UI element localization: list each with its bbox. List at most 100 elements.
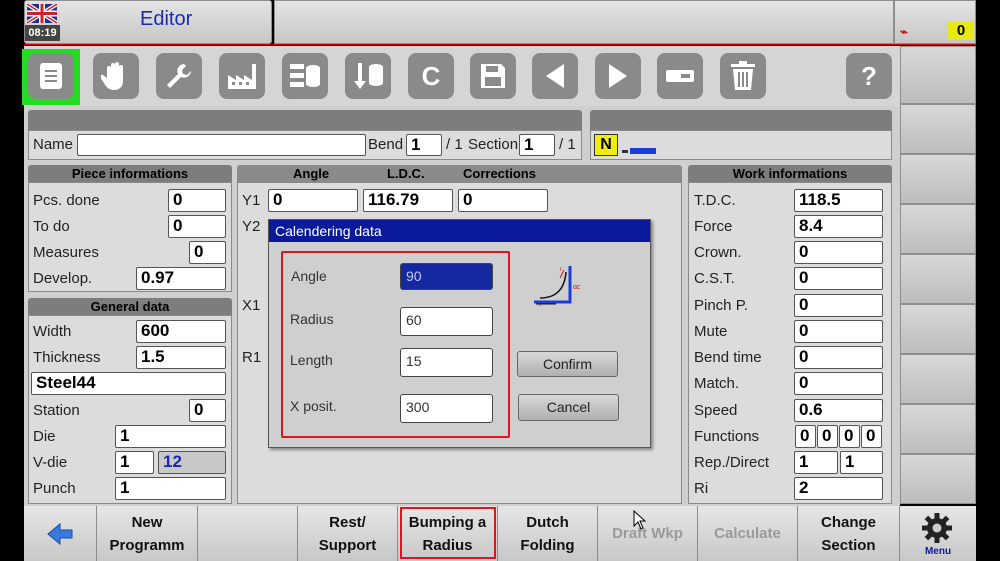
section-input[interactable]: 1 [519,134,555,156]
alarm-icon: ⌁ [900,24,908,39]
side-slot[interactable] [900,304,976,354]
match-label: Match. [694,375,740,392]
function-4-field[interactable]: 0 [861,425,882,448]
radius-input[interactable]: 60 [400,307,493,336]
side-slot[interactable] [900,454,976,504]
measures-field[interactable]: 0 [189,241,226,264]
name-input[interactable] [77,134,366,156]
force-field[interactable]: 8.4 [794,215,883,238]
y1-angle-field[interactable]: 0 [268,189,358,212]
rest-support-button[interactable]: Rest/Support [298,506,398,561]
gear-icon [920,511,954,545]
new-programm-line2: Programm [109,536,185,554]
cst-label: C.S.T. [694,270,735,287]
angle-input[interactable]: 90 [400,263,493,290]
empty-softkey[interactable] [198,506,298,561]
speed-field[interactable]: 0.6 [794,399,883,422]
side-slot[interactable] [900,404,976,454]
change-section-button[interactable]: Change Section [798,506,900,561]
side-slot[interactable] [900,104,976,154]
sort-database-icon[interactable] [345,53,391,99]
wrench-icon[interactable] [156,53,202,99]
bend-mode-icon [622,142,656,154]
confirm-button[interactable]: Confirm [517,351,618,377]
y1-label: Y1 [242,192,261,209]
y1-ldc-field[interactable]: 116.79 [363,189,453,212]
die-field[interactable]: 1 [115,425,226,448]
tdc-label: T.D.C. [694,192,736,209]
vdie-field[interactable]: 1 [115,451,154,474]
uk-flag-icon[interactable] [27,4,57,23]
speed-label: Speed [694,402,738,419]
mode-badge: N [594,134,618,156]
pinch-point-field[interactable]: 0 [794,294,883,317]
editor-page-icon[interactable] [28,53,74,99]
y1-corrections-field[interactable]: 0 [458,189,548,212]
draft-wkp-button[interactable]: Draft Wkp [598,506,698,561]
side-slot[interactable] [900,154,976,204]
bumping-radius-highlight [400,507,496,559]
svg-text:L: L [539,302,542,308]
length-input[interactable]: 15 [400,348,493,377]
clear-button[interactable]: C [408,53,454,99]
counter-badge: 0 [948,22,974,40]
thickness-field[interactable]: 1.5 [136,346,226,369]
factory-icon[interactable] [219,53,265,99]
side-slot[interactable] [900,254,976,304]
save-floppy-icon[interactable] [470,53,516,99]
x-position-input[interactable]: 300 [400,394,493,423]
crown-field[interactable]: 0 [794,241,883,264]
x1-label: X1 [242,297,261,314]
trash-icon[interactable] [720,53,766,99]
pinch-point-label: Pinch P. [694,297,748,314]
cst-field[interactable]: 0 [794,267,883,290]
width-field[interactable]: 600 [136,320,226,343]
remove-bend-icon[interactable] [657,53,703,99]
bend-label: Bend [368,136,404,153]
clock: 08:19 [25,25,60,41]
help-button[interactable]: ? [846,53,892,99]
station-field[interactable]: 0 [189,399,226,422]
develop-field[interactable]: 0.97 [136,267,226,290]
dutch-folding-line1: Dutch [526,513,569,531]
mute-field[interactable]: 0 [794,320,883,343]
side-slot[interactable] [900,354,976,404]
back-button[interactable] [24,506,97,561]
rep-direct-label: Rep./Direct [694,454,770,471]
piece-header: Piece informations [28,165,232,182]
function-3-field[interactable]: 0 [839,425,860,448]
change-section-line1: Change [820,513,876,531]
functions-label: Functions [694,428,760,445]
angle-column-header: Angle [293,166,330,181]
punch-field[interactable]: 1 [115,477,226,500]
function-2-field[interactable]: 0 [817,425,838,448]
material-field[interactable]: Steel44 [31,372,226,395]
cancel-button[interactable]: Cancel [518,394,619,421]
side-slot[interactable] [900,204,976,254]
tdc-field[interactable]: 118.5 [794,189,883,212]
mode-header [590,110,892,130]
bend-time-field[interactable]: 0 [794,346,883,369]
to-do-field[interactable]: 0 [168,215,226,238]
r1-label: R1 [242,349,262,366]
new-programm-button[interactable]: New Programm [97,506,198,561]
rep-field[interactable]: 1 [794,451,838,474]
menu-label: Menu [924,546,952,557]
previous-arrow-icon[interactable] [532,53,578,99]
calculate-button[interactable]: Calculate [698,506,798,561]
function-1-field[interactable]: 0 [795,425,816,448]
vdie-label: V-die [33,454,68,471]
ri-field[interactable]: 2 [794,477,883,500]
name-row-header [28,110,582,130]
match-field[interactable]: 0 [794,372,883,395]
database-list-icon[interactable] [282,53,328,99]
direct-field[interactable]: 1 [840,451,883,474]
side-slot[interactable] [900,46,976,104]
back-arrow-icon [47,522,73,545]
next-arrow-icon[interactable] [595,53,641,99]
pcs-done-field[interactable]: 0 [168,189,226,212]
dutch-folding-button[interactable]: Dutch Folding [498,506,598,561]
manual-hand-icon[interactable] [93,53,139,99]
bend-input[interactable]: 1 [406,134,442,156]
die-label: Die [33,428,56,445]
